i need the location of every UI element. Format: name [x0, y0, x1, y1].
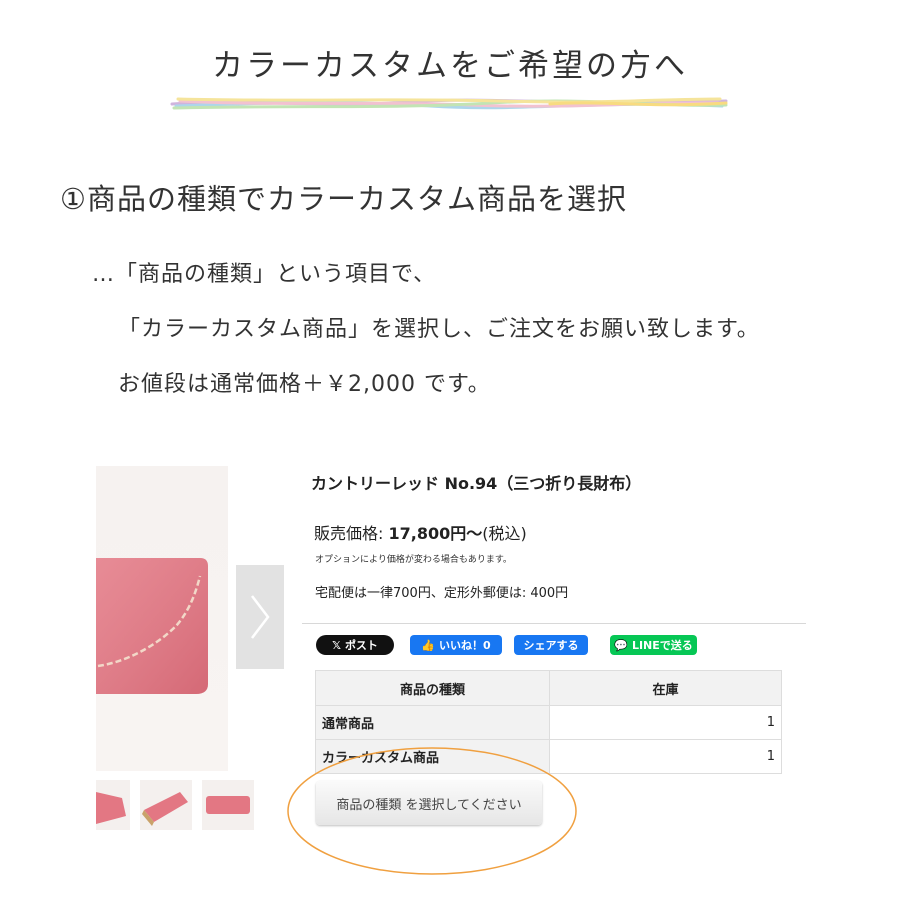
price-row: 販売価格: 17,800円〜(税込) — [314, 520, 527, 544]
table-row: 通常商品 1 — [315, 705, 782, 740]
page-heading: カラーカスタムをご希望の方へ — [212, 48, 688, 84]
price-tax: (税込) — [482, 524, 527, 543]
facebook-like-button[interactable]: 👍 いいね！0 — [410, 635, 502, 655]
x-post-button[interactable]: 𝕏 ポスト — [316, 635, 394, 655]
product-thumbnail-3[interactable] — [202, 780, 254, 830]
divider — [302, 623, 806, 624]
product-name: カントリーレッド No.94（三つ折り長財布） — [311, 474, 642, 493]
x-post-label: ポスト — [344, 639, 378, 652]
highlight-circle-annotation — [287, 747, 577, 875]
instruction-line-3: お値段は通常価格＋￥2,000 です。 — [118, 372, 491, 397]
line-send-button[interactable]: 💬 LINEで送る — [610, 635, 697, 655]
price-value: 17,800円〜 — [388, 524, 483, 543]
x-logo-icon: 𝕏 — [332, 638, 341, 652]
product-thumbnail-1[interactable] — [96, 780, 130, 830]
like-label: いいね！0 — [439, 639, 491, 652]
header-product-type: 商品の種類 — [315, 670, 550, 706]
share-label: シェアする — [523, 639, 579, 652]
step-heading: ①商品の種類でカラーカスタム商品を選択 — [60, 182, 627, 216]
thumbs-up-icon: 👍 — [421, 638, 436, 652]
line-logo-icon: 💬 — [614, 638, 628, 652]
instruction-line-1: …「商品の種類」という項目で、 — [92, 262, 437, 287]
row-stock-qty: 1 — [549, 739, 782, 774]
line-label: LINEで送る — [631, 639, 693, 652]
product-thumbnail-2[interactable] — [140, 780, 192, 830]
price-label: 販売価格: — [314, 524, 389, 543]
instruction-line-2: 「カラーカスタム商品」を選択し、ご注文をお願い致します。 — [118, 317, 760, 342]
table-header-row: 商品の種類 在庫 — [315, 670, 782, 706]
facebook-share-button[interactable]: シェアする — [514, 635, 588, 655]
header-stock: 在庫 — [549, 670, 782, 706]
product-main-image — [96, 466, 228, 771]
crayon-underline-decoration — [170, 97, 728, 110]
option-price-note: オプションにより価格が変わる場合もあります。 — [315, 555, 512, 565]
row-product-name: 通常商品 — [315, 705, 550, 740]
row-stock-qty: 1 — [549, 705, 782, 740]
next-image-button[interactable] — [236, 565, 284, 669]
shipping-info: 宅配便は一律700円、定形外郵便は: 400円 — [315, 586, 569, 601]
chevron-right-icon — [251, 595, 270, 639]
